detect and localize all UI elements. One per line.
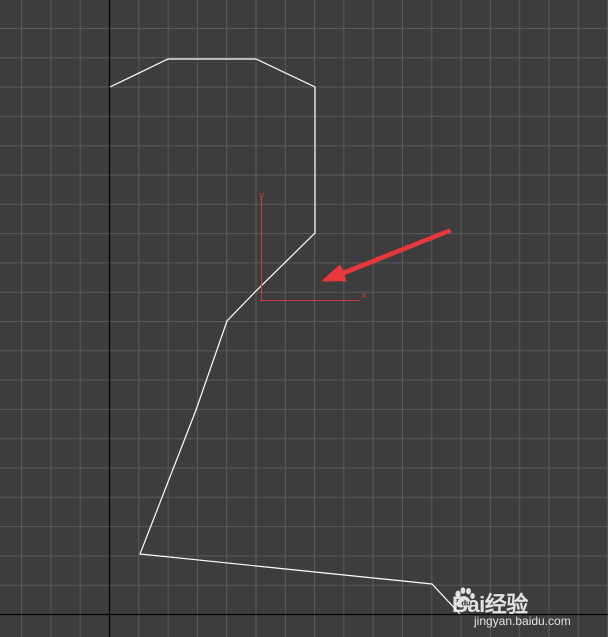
gizmo-x-label: x — [361, 291, 367, 301]
viewport[interactable]: y x Bai du 经验 jingyan.baidu.com — [0, 0, 608, 637]
viewport-canvas[interactable]: y x — [0, 0, 608, 637]
grid — [0, 0, 608, 637]
pivot-gizmo[interactable]: y x — [259, 191, 367, 301]
baidu-paw-icon: du — [455, 587, 475, 608]
baidu-jingyan-watermark: Bai du 经验 jingyan.baidu.com — [452, 585, 602, 633]
gizmo-y-label: y — [259, 191, 265, 201]
watermark-url: jingyan.baidu.com — [474, 614, 571, 628]
svg-text:du: du — [461, 600, 471, 608]
